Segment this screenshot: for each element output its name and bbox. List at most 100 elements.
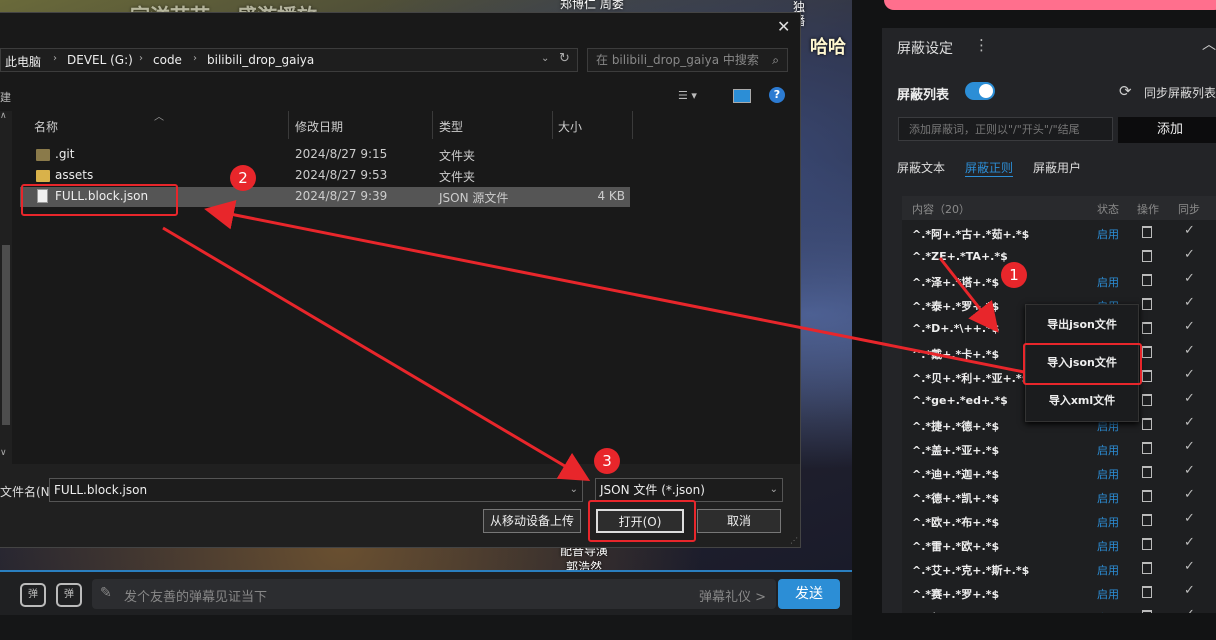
file-row[interactable]: .git 2024/8/27 9:15 文件夹 (20, 145, 630, 165)
check-icon[interactable]: ✓ (1184, 511, 1195, 526)
menu-item-export-json[interactable]: 导出json文件 (1026, 307, 1138, 343)
column-divider[interactable] (288, 111, 289, 139)
trash-icon[interactable] (1142, 274, 1152, 286)
trash-icon[interactable] (1142, 562, 1152, 574)
search-input[interactable]: 在 bilibili_drop_gaiya 中搜索 ⌕ (587, 48, 788, 72)
column-name[interactable]: 名称 (34, 118, 58, 135)
trash-icon[interactable] (1142, 514, 1152, 526)
column-divider[interactable] (552, 111, 553, 139)
add-block-input[interactable]: 添加屏蔽词，正则以"/"开头"/"结尾 (898, 117, 1113, 141)
danmaku-input[interactable]: 发个友善的弹幕见证当下 (124, 586, 267, 605)
navigation-pane-scrollbar[interactable]: ∧ ∨ (0, 111, 12, 464)
chevron-down-icon[interactable]: ⌄ (570, 479, 578, 501)
status-toggle-link[interactable]: 启用 (1097, 586, 1119, 602)
folder-icon (36, 149, 50, 161)
upload-from-mobile-button[interactable]: 从移动设备上传 (483, 509, 581, 533)
trash-icon[interactable] (1142, 610, 1152, 613)
tab-block-user[interactable]: 屏蔽用户 (1033, 159, 1081, 176)
chevron-down-icon[interactable]: ∨ (0, 448, 7, 458)
refresh-icon[interactable]: ↻ (559, 51, 570, 66)
preview-pane-icon[interactable] (733, 89, 751, 103)
check-icon[interactable]: ✓ (1184, 271, 1195, 286)
check-icon[interactable]: ✓ (1184, 487, 1195, 502)
menu-item-import-xml[interactable]: 导入xml文件 (1026, 383, 1138, 419)
check-icon[interactable]: ✓ (1184, 415, 1195, 430)
trash-icon[interactable] (1142, 322, 1152, 334)
status-toggle-link[interactable]: 启用 (1097, 610, 1119, 613)
column-date[interactable]: 修改日期 (295, 118, 343, 135)
send-button[interactable]: 发送 (778, 579, 840, 609)
trash-icon[interactable] (1142, 538, 1152, 550)
danmaku-settings-icon[interactable]: 弹 (56, 583, 82, 607)
check-icon[interactable]: ✓ (1184, 463, 1195, 478)
breadcrumb-code[interactable]: code (153, 53, 182, 67)
status-toggle-link[interactable]: 启用 (1097, 466, 1119, 482)
trash-icon[interactable] (1142, 442, 1152, 454)
trash-icon[interactable] (1142, 226, 1152, 238)
check-icon[interactable]: ✓ (1184, 439, 1195, 454)
check-icon[interactable]: ✓ (1184, 319, 1195, 334)
check-icon[interactable]: ✓ (1184, 559, 1195, 574)
cancel-button[interactable]: 取消 (697, 509, 781, 533)
breadcrumb-this-pc[interactable]: 此电脑 (5, 53, 41, 70)
trash-icon[interactable] (1142, 466, 1152, 478)
address-bar[interactable]: 此电脑 › DEVEL (G:) › code › bilibili_drop_… (0, 48, 578, 72)
block-list-toggle[interactable] (965, 82, 995, 100)
filename-input[interactable]: FULL.block.json ⌄ (49, 478, 583, 502)
trash-icon[interactable] (1142, 490, 1152, 502)
scrollbar-thumb[interactable] (2, 245, 10, 425)
sync-block-list-button[interactable]: 同步屏蔽列表 (1144, 84, 1216, 101)
trash-icon[interactable] (1142, 298, 1152, 310)
file-row[interactable]: assets 2024/8/27 9:53 文件夹 (20, 166, 630, 186)
check-icon[interactable]: ✓ (1184, 391, 1195, 406)
trash-icon[interactable] (1142, 586, 1152, 598)
file-row[interactable]: FULL.block.json 2024/8/27 9:39 JSON 源文件 4 K… (20, 187, 630, 207)
pink-banner[interactable] (884, 0, 1216, 10)
breadcrumb-project[interactable]: bilibili_drop_gaiya (207, 53, 314, 67)
check-icon[interactable]: ✓ (1184, 535, 1195, 550)
open-button[interactable]: 打开(O) (596, 509, 684, 533)
check-icon[interactable]: ✓ (1184, 583, 1195, 598)
help-icon[interactable]: ? (769, 87, 785, 103)
column-size[interactable]: 大小 (558, 118, 582, 135)
tab-block-text[interactable]: 屏蔽文本 (897, 159, 945, 176)
trash-icon[interactable] (1142, 370, 1152, 382)
view-options-icon[interactable]: ☰ ▾ (678, 89, 697, 102)
chevron-down-icon[interactable]: ⌄ (541, 53, 549, 64)
status-toggle-link[interactable]: 启用 (1097, 562, 1119, 578)
trash-icon[interactable] (1142, 418, 1152, 430)
more-options-icon[interactable]: ⋮ (974, 36, 989, 54)
status-toggle-link[interactable]: 启用 (1097, 226, 1119, 242)
resize-grip-icon[interactable]: ⋰ (790, 536, 798, 545)
add-button[interactable]: 添加 (1118, 117, 1216, 143)
filetype-select[interactable]: JSON 文件 (*.json) ⌄ (595, 478, 783, 502)
status-toggle-link[interactable]: 启用 (1097, 490, 1119, 506)
check-icon[interactable]: ✓ (1184, 367, 1195, 382)
column-divider[interactable] (432, 111, 433, 139)
new-folder-button[interactable]: 建 (0, 89, 11, 105)
danmaku-input-box[interactable]: ✎ 发个友善的弹幕见证当下 弹幕礼仪 > (92, 579, 776, 609)
column-divider[interactable] (632, 111, 633, 139)
trash-icon[interactable] (1142, 250, 1152, 262)
close-icon[interactable]: ✕ (777, 17, 790, 36)
status-toggle-link[interactable]: 启用 (1097, 538, 1119, 554)
check-icon[interactable]: ✓ (1184, 343, 1195, 358)
breadcrumb-drive[interactable]: DEVEL (G:) (67, 53, 133, 67)
danmaku-toggle-icon[interactable]: 弹 (20, 583, 46, 607)
tab-block-regex[interactable]: 屏蔽正则 (965, 159, 1014, 177)
check-icon[interactable]: ✓ (1184, 247, 1195, 262)
column-type[interactable]: 类型 (439, 118, 463, 135)
chevron-up-icon[interactable]: ∧ (0, 111, 7, 121)
status-toggle-link[interactable]: 启用 (1097, 514, 1119, 530)
check-icon[interactable]: ✓ (1184, 295, 1195, 310)
trash-icon[interactable] (1142, 394, 1152, 406)
sync-icon[interactable]: ⟳ (1119, 82, 1132, 100)
check-icon[interactable]: ✓ (1184, 223, 1195, 238)
trash-icon[interactable] (1142, 346, 1152, 358)
chevron-up-icon[interactable]: ︿ (1202, 34, 1216, 54)
check-icon[interactable]: ✓ (1184, 607, 1195, 613)
menu-item-import-json[interactable]: 导入json文件 (1026, 345, 1138, 381)
status-toggle-link[interactable]: 启用 (1097, 442, 1119, 458)
danmaku-etiquette-link[interactable]: 弹幕礼仪 > (699, 586, 766, 605)
status-toggle-link[interactable]: 启用 (1097, 274, 1119, 290)
